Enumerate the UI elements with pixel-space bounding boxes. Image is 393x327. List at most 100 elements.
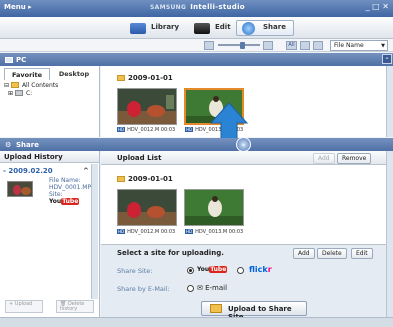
delete-history-button: 🗑 Delete history: [56, 300, 94, 313]
edit-icon: [194, 23, 210, 34]
site-select-panel: Select a site for uploading. Add Delete …: [101, 244, 386, 321]
view-photo-icon[interactable]: [300, 41, 310, 50]
history-upload-label: Upload: [14, 301, 33, 307]
folder-icon: [117, 75, 125, 81]
drag-arrow-icon: [209, 103, 249, 141]
video-thumbnail-image: [118, 190, 176, 225]
menu-button[interactable]: Menu ▸: [4, 3, 32, 11]
chevron-up-icon[interactable]: ^: [83, 167, 89, 175]
history-upload-button: + Upload: [5, 300, 43, 313]
history-thumbnail: [7, 181, 33, 197]
upload-history-panel: Upload History - 2009.02.20 ^ File Name:…: [0, 151, 100, 317]
view-video-icon[interactable]: [313, 41, 323, 50]
upload-item-thumbnail[interactable]: [117, 189, 177, 226]
date-group-header: 2009-01-01: [117, 175, 173, 183]
toggle-panel-button[interactable]: ⌄: [236, 137, 251, 152]
email-option-label: E-mail: [205, 284, 228, 292]
options-bar: All File Name ▼: [0, 39, 393, 52]
history-date: - 2009.02.20 ^: [3, 167, 89, 175]
hd-badge: HD: [117, 229, 126, 234]
history-info: File Name: HDV_0001.MP4 Site: YouTube: [49, 177, 95, 205]
upload-list-remove-button[interactable]: Remove: [337, 153, 372, 164]
site-edit-button[interactable]: Edit: [351, 248, 373, 259]
zoom-slider[interactable]: [218, 44, 260, 46]
envelope-icon: ✉: [197, 284, 203, 292]
date-group-label: 2009-01-01: [128, 175, 173, 183]
share-panel-title: Share: [16, 141, 39, 149]
media-caption: HD HDV_0012.M 00:03: [117, 127, 175, 133]
youtube-logo-tube: Tube: [209, 266, 228, 273]
upload-icon: [210, 304, 222, 313]
history-scrollbar[interactable]: [91, 164, 98, 299]
flickr-logo: flickr: [249, 265, 272, 274]
tab-share[interactable]: Share: [236, 20, 294, 36]
sort-select[interactable]: File Name ▼: [330, 40, 388, 51]
upload-history-title: Upload History: [0, 151, 99, 163]
app-title: SAMSUNG Intelli-studio: [150, 3, 245, 11]
site-panel-scrollbar[interactable]: [386, 244, 393, 317]
view-all-button[interactable]: All: [286, 41, 297, 50]
zoom-out-icon[interactable]: [204, 41, 214, 50]
media-browser: 2009-01-01 HD HDV_0012.M 00:03 HD HDV_0013…: [101, 66, 386, 141]
hd-badge: HD: [185, 229, 194, 234]
flickr-logo-a: flick: [249, 265, 268, 274]
tab-library-label: Library: [151, 23, 180, 31]
date-group-label: 2009-01-01: [128, 74, 173, 82]
share-panel-icon: ⚙: [5, 141, 12, 149]
history-date-text: 2009.02.20: [8, 167, 53, 175]
title-bar: Menu ▸ SAMSUNG Intelli-studio _ □ ✕: [0, 0, 393, 17]
email-radio[interactable]: [187, 285, 194, 292]
youtube-logo-you: You: [49, 198, 62, 205]
upload-item-duration: 00:03: [160, 229, 176, 235]
site-delete-button[interactable]: Delete: [317, 248, 347, 259]
site-add-button[interactable]: Add: [293, 248, 315, 259]
chevron-down-icon: ▼: [381, 43, 385, 49]
youtube-logo-you: You: [197, 266, 210, 273]
site-select-title: Select a site for uploading.: [117, 249, 224, 257]
folder-icon: [10, 82, 19, 88]
tree-node-drive-c[interactable]: ⊞ C:: [4, 90, 58, 98]
folder-icon: [117, 176, 125, 182]
status-bar: [0, 317, 393, 327]
tab-library[interactable]: Library: [124, 20, 186, 36]
tree-node-label: All Contents: [21, 82, 59, 89]
tree-node-label: C:: [25, 90, 33, 97]
flickr-radio[interactable]: [237, 267, 244, 274]
upload-list-panel: Upload List Add Remove 2009-01-01 HD HDV_…: [101, 151, 386, 244]
hd-badge: HD: [185, 127, 194, 132]
pc-panel-header: PC –: [0, 53, 393, 66]
window-controls[interactable]: _ □ ✕: [366, 2, 389, 11]
upload-item-thumbnail[interactable]: [184, 189, 244, 226]
zoom-in-icon[interactable]: [263, 41, 273, 50]
tab-edit[interactable]: Edit: [188, 20, 236, 36]
media-thumbnail[interactable]: [117, 88, 177, 125]
date-group-header: 2009-01-01: [117, 74, 173, 82]
video-thumbnail-image: [185, 190, 243, 225]
upload-list-scrollbar[interactable]: [386, 151, 393, 244]
share-panel-header: ⚙ Share: [0, 138, 393, 151]
history-item[interactable]: - 2009.02.20 ^ File Name: HDV_0001.MP4 S…: [3, 167, 95, 217]
tab-favorite[interactable]: Favorite: [4, 68, 50, 80]
pc-panel-title: PC: [16, 56, 27, 64]
brand-label: SAMSUNG: [150, 4, 187, 11]
browser-scrollbar[interactable]: [386, 66, 393, 137]
youtube-radio[interactable]: [187, 267, 194, 274]
flickr-logo-b: r: [267, 265, 272, 274]
zoom-slider-knob[interactable]: [240, 42, 245, 49]
upload-item-filename: HDV_0013.M: [195, 229, 228, 235]
tree-node-all-contents[interactable]: ⊟ All Contents: [4, 82, 58, 90]
minimize-panel-button[interactable]: –: [382, 54, 392, 64]
upload-to-share-site-button[interactable]: Upload to Share Site: [201, 301, 307, 321]
history-file-label: File Name:: [49, 177, 81, 184]
upload-item-caption: HD HDV_0012.M 00:03: [117, 229, 175, 235]
share-icon: [242, 22, 255, 35]
folder-tree: ⊟ All Contents ⊞ C:: [4, 82, 58, 98]
tab-desktop[interactable]: Desktop: [51, 68, 97, 80]
folder-pane: Favorite Desktop ⊟ All Contents ⊞ C:: [0, 66, 100, 137]
hd-badge: HD: [117, 127, 126, 132]
computer-icon: [5, 57, 13, 63]
email-label: Share by E-Mail:: [117, 285, 170, 293]
history-file-name: HDV_0001.MP4: [49, 184, 95, 191]
upload-list-add-button[interactable]: Add: [313, 153, 335, 164]
tab-edit-label: Edit: [215, 23, 231, 31]
